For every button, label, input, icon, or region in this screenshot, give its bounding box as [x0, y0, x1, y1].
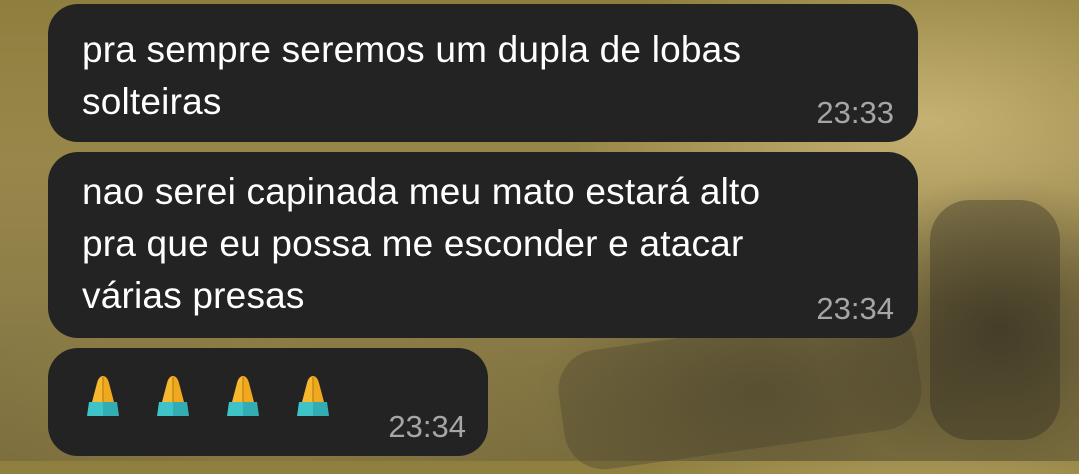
wallpaper-shape: [930, 200, 1060, 440]
message-text: pra sempre seremos um dupla de lobas sol…: [82, 29, 742, 122]
folded-hands-icon: [157, 376, 189, 416]
message-text: nao serei capinada meu mato estará alto …: [82, 171, 761, 316]
message-bubble[interactable]: pra sempre seremos um dupla de lobas sol…: [48, 4, 918, 142]
message-bubble[interactable]: 23:34: [48, 348, 488, 456]
emoji-message: [82, 372, 334, 418]
folded-hands-icon: [87, 376, 119, 416]
folded-hands-icon: [227, 376, 259, 416]
message-timestamp: 23:34: [816, 291, 894, 326]
chat-screen: { "messages": [ { "text": "pra sempre se…: [0, 0, 1079, 474]
message-timestamp: 23:34: [388, 409, 466, 444]
message-timestamp: 23:33: [816, 95, 894, 130]
message-bubble[interactable]: nao serei capinada meu mato estará alto …: [48, 152, 918, 338]
folded-hands-icon: [297, 376, 329, 416]
